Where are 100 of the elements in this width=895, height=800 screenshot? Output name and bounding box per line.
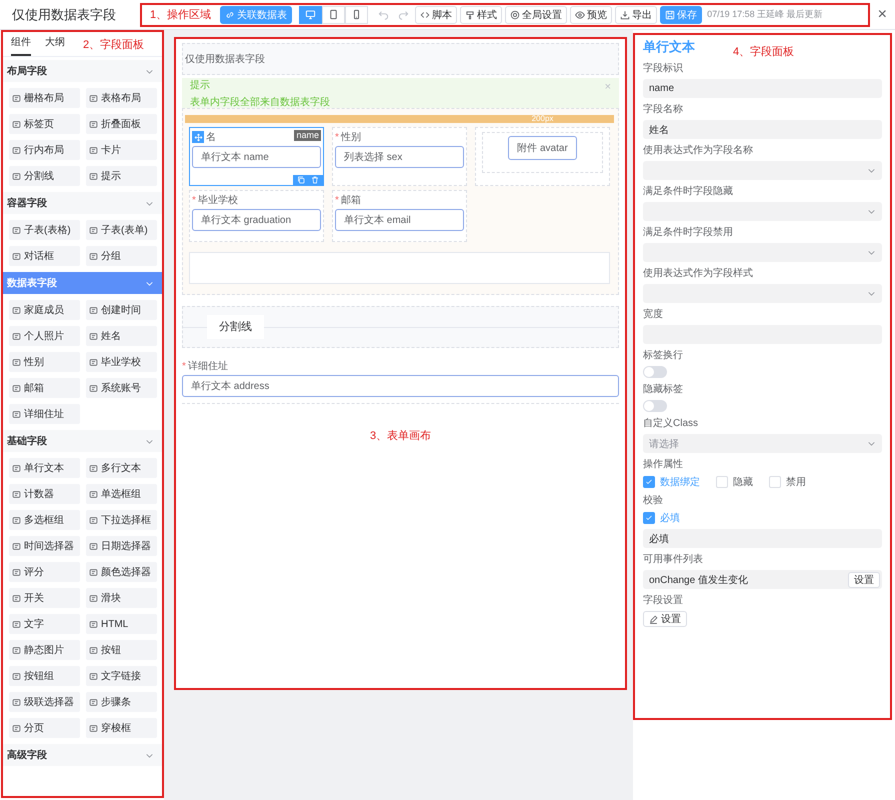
input-field[interactable]: 单行文本 address — [182, 375, 619, 397]
input-field[interactable]: 必填 — [643, 529, 882, 548]
select-field[interactable] — [643, 202, 882, 221]
field-label: 名 — [206, 131, 216, 144]
field-item[interactable]: 提示 — [86, 166, 157, 186]
field-item[interactable]: 按钮组 — [9, 666, 80, 686]
field-item[interactable]: 分组 — [86, 246, 157, 266]
field-item[interactable]: 详细住址 — [9, 404, 80, 424]
desktop-view-button[interactable] — [299, 6, 322, 24]
select-field[interactable] — [643, 243, 882, 262]
field-item[interactable]: 单选框组 — [86, 484, 157, 504]
form-field[interactable]: 名 单行文本 name name — [189, 127, 324, 186]
copy-icon[interactable] — [297, 176, 305, 184]
field-item[interactable]: HTML — [86, 614, 157, 634]
input-field[interactable]: 姓名 — [643, 120, 882, 139]
field-item[interactable]: 栅格布局 — [9, 88, 80, 108]
select-field[interactable] — [643, 284, 882, 303]
export-button[interactable]: 导出 — [615, 6, 658, 24]
close-button[interactable]: × — [878, 6, 887, 24]
field-item[interactable]: 时间选择器 — [9, 536, 80, 556]
field-item[interactable]: 家庭成员 — [9, 300, 80, 320]
panel-tab[interactable]: 组件 — [11, 32, 31, 56]
field-item[interactable]: 折叠面板 — [86, 114, 157, 134]
field-item[interactable]: 分页 — [9, 718, 80, 738]
field-item[interactable]: 日期选择器 — [86, 536, 157, 556]
form-field[interactable]: * 性别 列表选择 sex — [332, 127, 467, 186]
field-item[interactable]: 下拉选择框 — [86, 510, 157, 530]
tablet-view-button[interactable] — [322, 6, 346, 24]
input-field[interactable]: 列表选择 sex — [335, 146, 464, 168]
panel-tab[interactable]: 大纲 — [45, 32, 65, 56]
drag-handle[interactable] — [192, 131, 204, 143]
input-field[interactable]: 单行文本 graduation — [192, 209, 321, 231]
field-item[interactable]: 计数器 — [9, 484, 80, 504]
upload-button[interactable]: 附件 avatar — [508, 136, 577, 160]
field-item[interactable]: 表格布局 — [86, 88, 157, 108]
field-item[interactable]: 创建时间 — [86, 300, 157, 320]
toggle-switch[interactable] — [643, 400, 667, 412]
field-item[interactable]: 穿梭框 — [86, 718, 157, 738]
field-item[interactable]: 级联选择器 — [9, 692, 80, 712]
field-item[interactable]: 毕业学校 — [86, 352, 157, 372]
toggle-switch[interactable] — [643, 366, 667, 378]
field-item[interactable]: 个人照片 — [9, 326, 80, 346]
field-item[interactable]: 性别 — [9, 352, 80, 372]
field-item[interactable]: 子表(表格) — [9, 220, 80, 240]
field-item[interactable]: 卡片 — [86, 140, 157, 160]
mobile-view-button[interactable] — [345, 6, 368, 24]
group-header[interactable]: 布局字段 — [3, 60, 162, 82]
field-item[interactable]: 评分 — [9, 562, 80, 582]
field-icon — [12, 172, 21, 180]
field-item[interactable]: 邮箱 — [9, 378, 80, 398]
field-label: 满足条件时字段禁用 — [643, 227, 734, 239]
field-item[interactable]: 静态图片 — [9, 640, 80, 660]
settings-button[interactable]: 全局设置 — [505, 6, 568, 24]
field-label: 字段名称 — [643, 104, 684, 116]
field-item[interactable]: 行内布局 — [9, 140, 80, 160]
field-item[interactable]: 分割线 — [9, 166, 80, 186]
field-item[interactable]: 对话框 — [9, 246, 80, 266]
field-label: 性别 — [340, 130, 361, 144]
alert-message: 表单内字段全部来自数据表字段 — [190, 96, 330, 108]
field-item[interactable]: 姓名 — [86, 326, 157, 346]
delete-icon[interactable] — [311, 176, 319, 184]
field-item[interactable]: 子表(表单) — [86, 220, 157, 240]
checkbox[interactable]: 禁用 — [769, 475, 806, 489]
style-button[interactable]: 样式 — [460, 6, 502, 24]
field-item[interactable]: 标签页 — [9, 114, 80, 134]
checkbox[interactable]: 隐藏 — [716, 475, 753, 489]
form-field[interactable]: * 邮箱 单行文本 email — [332, 190, 467, 242]
group-header[interactable]: 容器字段 — [3, 192, 162, 214]
field-icon — [12, 332, 21, 340]
input-field[interactable]: name — [643, 79, 882, 98]
field-item[interactable]: 系统账号 — [86, 378, 157, 398]
input-field[interactable]: 单行文本 name — [192, 146, 321, 168]
settings-button[interactable]: 设置 — [848, 572, 880, 588]
group-header[interactable]: 基础字段 — [3, 430, 162, 452]
field-item[interactable]: 文字 — [9, 614, 80, 634]
select-field[interactable] — [643, 161, 882, 180]
form-field[interactable]: * 毕业学校 单行文本 graduation — [189, 190, 324, 242]
field-item[interactable]: 文字链接 — [86, 666, 157, 686]
field-icon — [89, 464, 98, 472]
script-button[interactable]: 脚本 — [415, 6, 458, 24]
field-item[interactable]: 单行文本 — [9, 458, 80, 478]
field-icon — [12, 672, 21, 680]
annotation-label: 4、字段面板 — [733, 44, 794, 58]
field-icon — [89, 252, 98, 260]
field-label: 宽度 — [643, 309, 664, 321]
group-header[interactable]: 高级字段 — [3, 744, 162, 766]
field-item[interactable]: 多选框组 — [9, 510, 80, 530]
field-item[interactable]: 多行文本 — [86, 458, 157, 478]
field-item[interactable]: 滑块 — [86, 588, 157, 608]
last-updated-text: 07/19 17:58 王延峰 最后更新 — [707, 8, 823, 21]
preview-button[interactable]: 预览 — [570, 6, 612, 24]
panel-title: 单行文本 — [643, 38, 695, 56]
field-item[interactable]: 颜色选择器 — [86, 562, 157, 582]
input-field[interactable]: 单行文本 email — [335, 209, 464, 231]
field-item[interactable]: 开关 — [9, 588, 80, 608]
settings-button[interactable]: 设置 — [643, 611, 687, 627]
field-item[interactable]: 步骤条 — [86, 692, 157, 712]
field-icon — [89, 120, 98, 128]
field-item[interactable]: 按钮 — [86, 640, 157, 660]
form-field[interactable]: 附件 avatar — [475, 127, 610, 186]
